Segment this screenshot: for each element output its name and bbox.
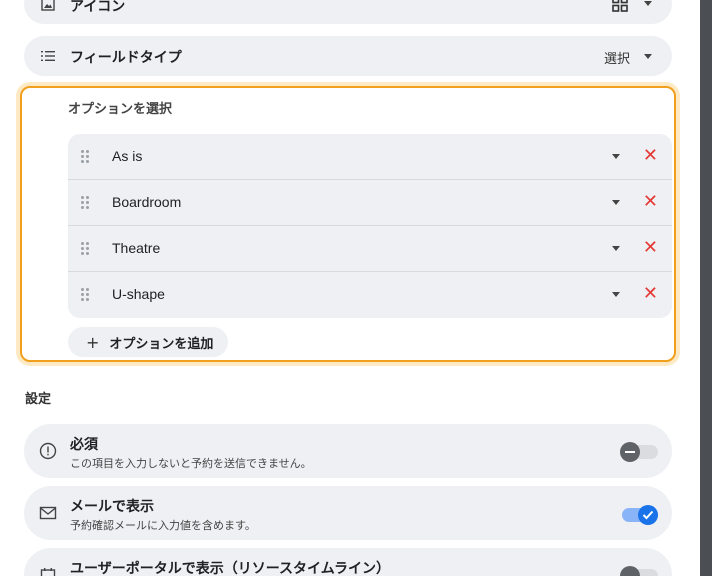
delete-option-icon[interactable]: ✕ xyxy=(643,284,658,304)
drag-handle-icon[interactable] xyxy=(81,150,91,164)
option-row[interactable]: Boardroom ✕ xyxy=(68,180,672,226)
icon-row[interactable]: アイコン xyxy=(24,0,672,24)
setting-desc: 予約確認メールに入力値を含めます。 xyxy=(70,519,256,532)
option-label[interactable]: As is xyxy=(112,148,142,164)
chevron-down-icon[interactable] xyxy=(612,246,620,251)
options-title: オプションを選択 xyxy=(68,102,173,117)
drag-handle-icon[interactable] xyxy=(81,242,91,256)
delete-option-icon[interactable]: ✕ xyxy=(643,238,658,258)
list-icon xyxy=(38,46,58,66)
field-type-row[interactable]: フィールドタイプ 選択 xyxy=(24,36,672,76)
plus-icon: + xyxy=(86,332,100,352)
drag-handle-icon[interactable] xyxy=(81,196,91,210)
setting-desc: この項目を入力しないと予約を送信できません。 xyxy=(70,457,312,470)
option-label[interactable]: Boardroom xyxy=(112,194,181,210)
chevron-down-icon[interactable] xyxy=(612,200,620,205)
setting-title: ユーザーポータルで表示（リソースタイムライン） xyxy=(70,561,391,576)
email-toggle[interactable] xyxy=(622,505,658,525)
option-row[interactable]: As is ✕ xyxy=(68,134,672,180)
setting-title: 必須 xyxy=(70,437,98,453)
option-row[interactable]: U-shape ✕ xyxy=(68,272,672,318)
option-label[interactable]: U-shape xyxy=(112,286,165,302)
chevron-down-icon[interactable] xyxy=(612,154,620,159)
setting-required: 必須 この項目を入力しないと予約を送信できません。 xyxy=(24,424,672,478)
icon-row-label: アイコン xyxy=(70,0,126,15)
chevron-down-icon[interactable] xyxy=(644,1,652,6)
add-option-button[interactable]: + オプションを追加 xyxy=(68,327,228,357)
add-option-label: オプションを追加 xyxy=(109,336,214,352)
portal-toggle[interactable] xyxy=(620,566,658,576)
delete-option-icon[interactable]: ✕ xyxy=(643,192,658,212)
mail-icon xyxy=(38,503,58,523)
setting-show-in-portal: ユーザーポータルで表示（リソースタイムライン） xyxy=(24,548,672,576)
field-type-label: フィールドタイプ xyxy=(70,50,182,66)
alert-circle-icon xyxy=(38,441,58,461)
calendar-icon xyxy=(38,565,58,576)
setting-title: メールで表示 xyxy=(70,499,154,515)
option-list: As is ✕ Boardroom ✕ Theatre ✕ U-shape ✕ xyxy=(68,134,672,318)
drag-handle-icon[interactable] xyxy=(81,288,91,302)
grid-icon[interactable] xyxy=(612,0,628,12)
required-toggle[interactable] xyxy=(620,442,658,462)
scrollbar[interactable] xyxy=(700,0,712,576)
chevron-down-icon[interactable] xyxy=(612,292,620,297)
field-type-value[interactable]: 選択 xyxy=(604,48,630,67)
chevron-down-icon[interactable] xyxy=(644,54,652,59)
settings-heading: 設定 xyxy=(25,392,52,407)
setting-show-in-email: メールで表示 予約確認メールに入力値を含めます。 xyxy=(24,486,672,540)
delete-option-icon[interactable]: ✕ xyxy=(643,146,658,166)
option-label[interactable]: Theatre xyxy=(112,240,160,256)
image-icon xyxy=(38,0,58,14)
option-row[interactable]: Theatre ✕ xyxy=(68,226,672,272)
